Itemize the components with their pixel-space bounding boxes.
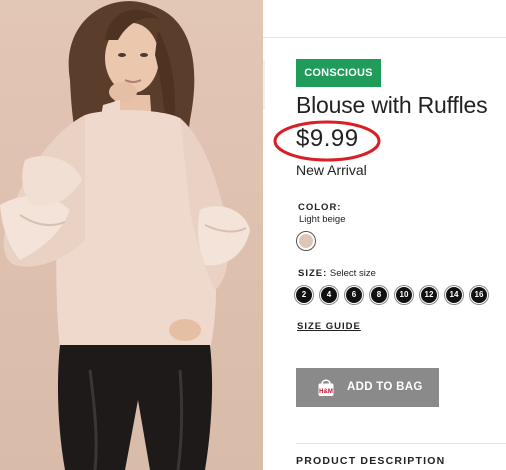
product-title: Blouse with Ruffles (296, 92, 488, 118)
product-price: $9.99 (296, 125, 359, 152)
size-row: SIZE: Select size (298, 268, 376, 279)
size-option-8[interactable]: 8 (371, 287, 387, 303)
size-option-6[interactable]: 6 (346, 287, 362, 303)
model-illustration (0, 1, 250, 470)
color-label: COLOR: (298, 202, 342, 213)
add-to-bag-button[interactable]: H&M ADD TO BAG (296, 368, 439, 407)
size-hint: Select size (329, 268, 376, 279)
product-image[interactable] (0, 0, 263, 470)
svg-text:H&M: H&M (319, 389, 333, 395)
shopping-bag-icon: H&M (318, 379, 334, 396)
top-divider (263, 37, 506, 38)
size-option-14[interactable]: 14 (446, 287, 462, 303)
size-option-12[interactable]: 12 (421, 287, 437, 303)
product-details-panel: CONSCIOUS Blouse with Ruffles $9.99 New … (263, 0, 506, 470)
new-arrival-label: New Arrival (296, 162, 367, 178)
size-option-16[interactable]: 16 (471, 287, 487, 303)
description-divider (296, 443, 506, 444)
size-option-10[interactable]: 10 (396, 287, 412, 303)
conscious-badge: CONSCIOUS (296, 59, 381, 87)
size-option-2[interactable]: 2 (296, 287, 312, 303)
panel-divider (263, 60, 265, 110)
size-label: SIZE: (298, 268, 328, 279)
product-description-heading[interactable]: PRODUCT DESCRIPTION (296, 455, 445, 467)
size-option-4[interactable]: 4 (321, 287, 337, 303)
color-swatch-light-beige[interactable] (296, 231, 316, 251)
add-to-bag-label: ADD TO BAG (347, 381, 423, 393)
swatch-fill (299, 234, 313, 248)
size-guide-link[interactable]: SIZE GUIDE (297, 321, 361, 332)
color-value: Light beige (299, 214, 346, 225)
